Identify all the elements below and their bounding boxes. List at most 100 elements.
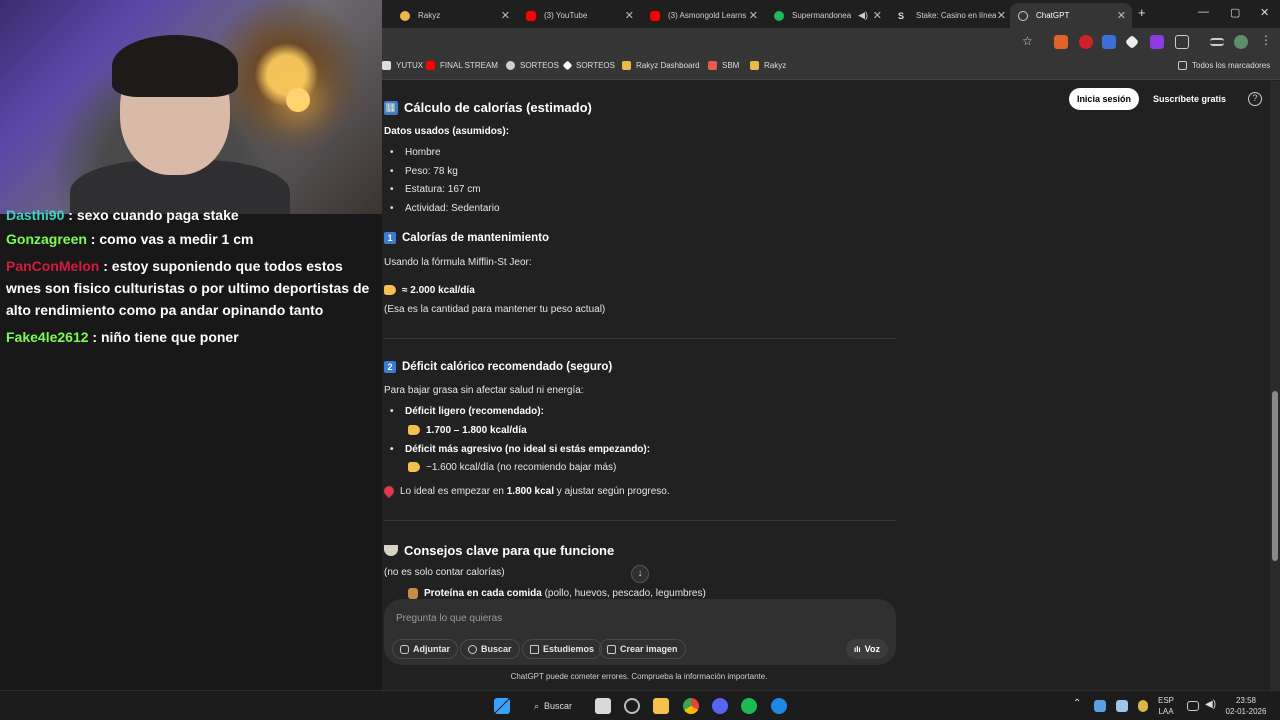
search-button[interactable]: Buscar xyxy=(460,639,520,659)
menu-kebab-icon[interactable]: ⋮ xyxy=(1260,33,1272,47)
data-label: Datos usados (asumidos): xyxy=(384,126,510,137)
bookmark-icon xyxy=(382,61,391,70)
bookmark-sorteos[interactable]: SORTEOS xyxy=(506,61,559,70)
rakyz-icon xyxy=(750,61,759,70)
tab-spotify[interactable]: Supermandonea ◀) ✕ xyxy=(766,3,888,28)
chat-message: Fake4le2612 : niño tiene que poner xyxy=(0,326,382,348)
bookmark-star-icon[interactable]: ☆ xyxy=(1022,34,1033,48)
bookmark-yutux[interactable]: YUTUX xyxy=(382,61,423,70)
app-icon[interactable] xyxy=(771,698,787,714)
ideal-note: Lo ideal es empezar en 1.800 kcal y ajus… xyxy=(382,484,670,499)
microphone-icon[interactable] xyxy=(1138,700,1148,712)
puzzle-icon[interactable] xyxy=(1175,35,1189,49)
chrome-icon[interactable] xyxy=(683,698,699,714)
tab-stake[interactable]: S Stake: Casino en línea ✕ xyxy=(890,3,1012,28)
help-icon[interactable]: ? xyxy=(1248,92,1262,106)
new-tab-button[interactable]: + xyxy=(1138,5,1146,20)
webcam-feed xyxy=(0,0,382,214)
all-bookmarks[interactable]: Todos los marcadores xyxy=(1178,61,1270,70)
screen: Dasthi90 : sexo cuando paga stake Gonzag… xyxy=(0,0,1280,720)
youtube-icon xyxy=(650,10,660,21)
discord-icon[interactable] xyxy=(712,698,728,714)
tray-app-icon[interactable] xyxy=(1094,700,1106,712)
address-bar[interactable]: ☆ ⋮ xyxy=(382,28,1280,56)
obs-icon[interactable] xyxy=(624,698,640,714)
paragraph: Para bajar grasa sin afectar salud ni en… xyxy=(384,385,584,396)
spotify-icon[interactable] xyxy=(741,698,757,714)
tab-rakyz[interactable]: Rakyz ✕ xyxy=(392,3,516,28)
tab-chatgpt[interactable]: ChatGPT ✕ xyxy=(1010,3,1132,28)
search-label: Buscar xyxy=(544,701,573,711)
tab-close-icon[interactable]: ✕ xyxy=(501,9,510,22)
tab-close-icon[interactable]: ✕ xyxy=(1117,9,1126,22)
bookmark-rakyz-dashboard[interactable]: Rakyz Dashboard xyxy=(622,61,700,70)
tab-close-icon[interactable]: ✕ xyxy=(873,9,882,22)
extension-icon[interactable] xyxy=(1079,35,1093,49)
tab-close-icon[interactable]: ✕ xyxy=(625,9,634,22)
minimize-button[interactable]: — xyxy=(1198,6,1209,18)
sub-item: 1.700 – 1.800 kcal/día xyxy=(408,425,527,436)
volume-icon[interactable]: ◀) xyxy=(1205,699,1216,710)
chat-text: sexo cuando paga stake xyxy=(76,207,239,223)
language-indicator[interactable]: ESP LAA xyxy=(1158,695,1174,717)
bowl-icon xyxy=(384,545,398,556)
bookmark-label: Todos los marcadores xyxy=(1192,61,1271,70)
tab-close-icon[interactable]: ✕ xyxy=(997,9,1006,22)
extension-icon[interactable] xyxy=(1150,35,1164,49)
subscribe-button[interactable]: Suscríbete gratis xyxy=(1147,88,1232,110)
extension-icon[interactable] xyxy=(1054,35,1068,49)
streamer-hair xyxy=(112,35,238,97)
scrollbar-thumb[interactable] xyxy=(1272,391,1278,561)
chatgpt-icon xyxy=(1018,10,1028,21)
bookmark-label: Rakyz Dashboard xyxy=(636,61,700,70)
create-image-button[interactable]: Crear imagen xyxy=(599,639,686,659)
bookmark-sorteos-2[interactable]: SORTEOS xyxy=(562,60,615,71)
bookmark-final-stream[interactable]: FINAL STREAM xyxy=(426,61,498,70)
pointing-hand-icon xyxy=(384,285,396,296)
file-explorer-icon[interactable] xyxy=(653,698,669,714)
task-view-icon[interactable] xyxy=(595,698,611,714)
speaker-icon[interactable]: ◀) xyxy=(858,10,868,21)
diamond-icon xyxy=(562,60,573,71)
windows-start-icon[interactable] xyxy=(494,698,510,714)
bookmark-sbm[interactable]: SBM xyxy=(708,61,739,70)
network-icon[interactable] xyxy=(1187,701,1199,711)
image-icon xyxy=(607,644,616,654)
tab-asmongold[interactable]: (3) Asmongold Learns ✕ xyxy=(642,3,764,28)
pointing-hand-icon xyxy=(408,425,420,436)
button-label: Buscar xyxy=(481,644,512,654)
close-window-button[interactable]: ✕ xyxy=(1260,6,1269,19)
extension-icon[interactable] xyxy=(1124,34,1140,50)
clock[interactable]: 23:58 02-01-2026 xyxy=(1224,695,1268,717)
list-item: Proteína en cada comida (pollo, huevos, … xyxy=(408,588,706,599)
chevron-up-icon[interactable]: ⌃ xyxy=(1073,698,1081,709)
login-button[interactable]: Inicia sesión xyxy=(1068,88,1139,110)
tab-label: (3) YouTube xyxy=(544,11,588,20)
bookmark-rakyz[interactable]: Rakyz xyxy=(750,61,786,70)
extension-icon[interactable] xyxy=(1102,35,1116,49)
section-heading: Consejos clave para que funcione xyxy=(384,543,614,558)
taskbar-search[interactable]: ⌕ Buscar xyxy=(527,696,579,716)
attach-button[interactable]: Adjuntar xyxy=(392,639,458,659)
tray-app-icon[interactable] xyxy=(1116,700,1128,712)
lang-code: ESP xyxy=(1158,696,1175,705)
tab-label: (3) Asmongold Learns xyxy=(668,11,747,20)
maximize-button[interactable]: ▢ xyxy=(1230,6,1240,19)
section-heading: 2 Déficit calórico recomendado (seguro) xyxy=(384,361,612,373)
tab-youtube[interactable]: (3) YouTube ✕ xyxy=(518,3,640,28)
page-scrollbar[interactable] xyxy=(1270,81,1280,690)
prompt-input[interactable] xyxy=(396,609,816,627)
media-icon[interactable] xyxy=(1210,38,1224,46)
scroll-down-button[interactable]: ↓ xyxy=(631,565,649,583)
divider xyxy=(384,520,896,521)
chat-username: Fake4le2612 xyxy=(6,329,89,345)
profile-avatar-icon[interactable] xyxy=(1234,35,1248,49)
bookmark-label: SORTEOS xyxy=(576,61,615,70)
tab-close-icon[interactable]: ✕ xyxy=(749,9,758,22)
list-item: Estatura: 167 cm xyxy=(390,184,481,195)
chat-separator: : xyxy=(68,207,73,223)
voice-button[interactable]: ıIı Voz xyxy=(845,639,888,659)
tip-text: (pollo, huevos, pescado, legumbres) xyxy=(541,588,706,600)
tip-bold: Proteína en cada comida xyxy=(424,588,542,600)
study-button[interactable]: Estudiemos xyxy=(522,639,603,659)
